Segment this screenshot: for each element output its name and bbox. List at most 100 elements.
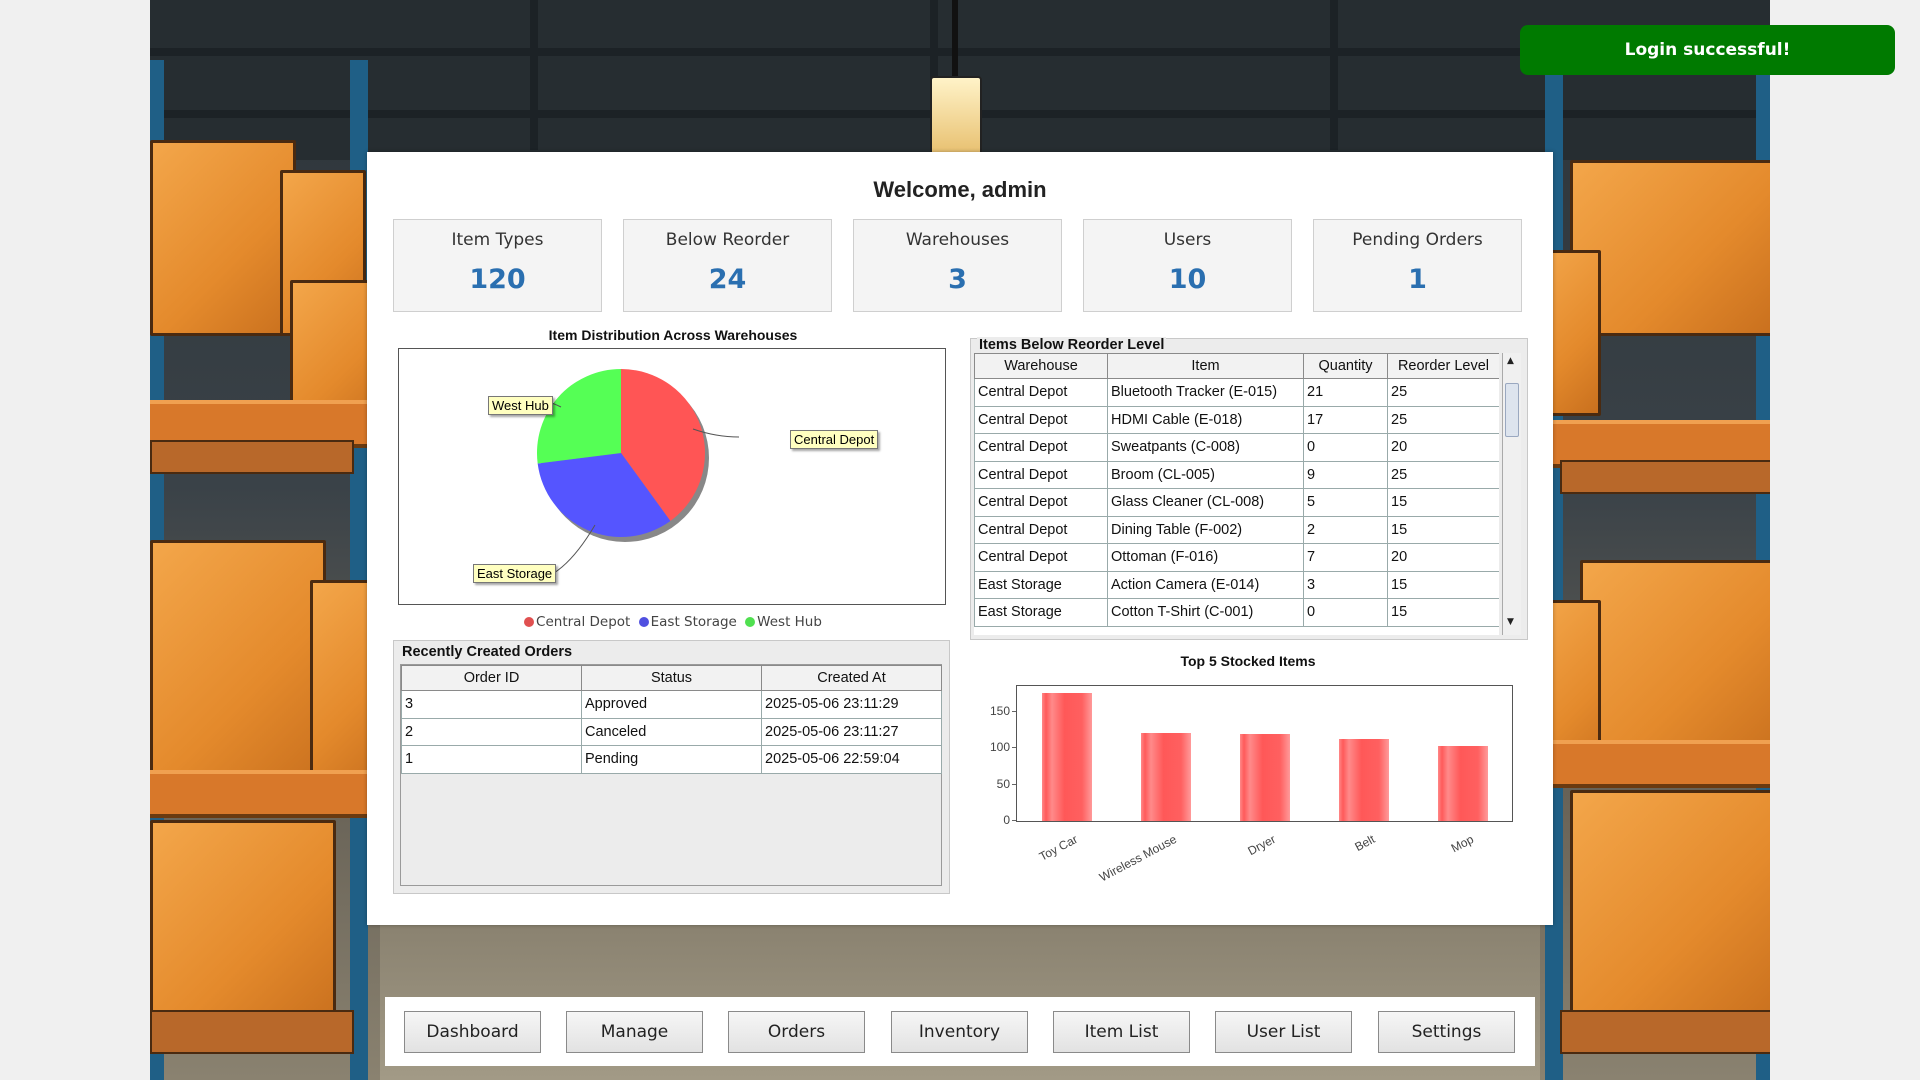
- bar-chart: Top 5 Stocked Items Toy Car Wireless Mous…: [970, 650, 1526, 902]
- nav-dashboard-button[interactable]: Dashboard: [404, 1011, 541, 1053]
- y-tick-label: 50: [996, 776, 1010, 791]
- table-cell[interactable]: Central Depot: [974, 378, 1108, 407]
- table-cell[interactable]: Action Camera (E-014): [1107, 570, 1304, 599]
- column-header[interactable]: Created At: [761, 665, 942, 691]
- table-cell[interactable]: 0: [1303, 598, 1388, 627]
- table-cell[interactable]: East Storage: [974, 598, 1108, 627]
- nav-manage-button[interactable]: Manage: [566, 1011, 703, 1053]
- table-cell[interactable]: 20: [1387, 543, 1499, 572]
- reorder-row[interactable]: Central Depot Ottoman (F-016) 7 20: [974, 543, 1499, 572]
- order-row[interactable]: 3 Approved 2025-05-06 23:11:29: [401, 690, 942, 719]
- bottom-nav: Dashboard Manage Orders Inventory Item L…: [385, 997, 1535, 1066]
- reorder-table-viewport[interactable]: Warehouse Item Quantity Reorder Level Ce…: [974, 353, 1499, 635]
- table-cell[interactable]: Sweatpants (C-008): [1107, 433, 1304, 462]
- table-cell[interactable]: 2: [1303, 515, 1388, 544]
- scroll-down-arrow-icon[interactable]: ▼: [1507, 617, 1514, 627]
- column-header[interactable]: Warehouse: [974, 353, 1108, 379]
- table-cell[interactable]: 1: [401, 745, 582, 774]
- table-cell[interactable]: 20: [1387, 433, 1499, 462]
- table-cell[interactable]: Central Depot: [974, 405, 1108, 434]
- table-cell[interactable]: 21: [1303, 378, 1388, 407]
- reorder-row[interactable]: Central Depot Sweatpants (C-008) 0 20: [974, 433, 1499, 462]
- reorder-row[interactable]: Central Depot Broom (CL-005) 9 25: [974, 460, 1499, 489]
- table-cell[interactable]: Pending: [581, 745, 762, 774]
- orders-table-viewport[interactable]: Order ID Status Created At 3 Approved 2025…: [400, 664, 942, 886]
- nav-inventory-button[interactable]: Inventory: [891, 1011, 1028, 1053]
- table-cell[interactable]: 3: [401, 690, 582, 719]
- table-cell[interactable]: Central Depot: [974, 515, 1108, 544]
- legend-dot: [638, 617, 649, 627]
- reorder-row[interactable]: Central Depot Bluetooth Tracker (E-015) 21…: [974, 378, 1499, 407]
- reorder-group: Items Below Reorder Level Warehouse Item…: [970, 337, 1528, 640]
- stat-label: Below Reorder: [665, 230, 790, 250]
- nav-item-list-button[interactable]: Item List: [1053, 1011, 1190, 1053]
- pie-slice-west-hub: [537, 369, 621, 464]
- reorder-row[interactable]: East Storage Action Camera (E-014) 3 15: [974, 570, 1499, 599]
- table-cell[interactable]: 25: [1387, 405, 1499, 434]
- order-row[interactable]: 2 Canceled 2025-05-06 23:11:27: [401, 717, 942, 746]
- table-cell[interactable]: Cotton T-Shirt (C-001): [1107, 598, 1304, 627]
- column-header[interactable]: Status: [581, 665, 762, 691]
- table-cell[interactable]: Broom (CL-005): [1107, 460, 1304, 489]
- table-cell[interactable]: 2025-05-06 22:59:04: [761, 745, 942, 774]
- table-cell[interactable]: Canceled: [581, 717, 762, 746]
- table-cell[interactable]: 25: [1387, 378, 1499, 407]
- column-header[interactable]: Reorder Level: [1387, 353, 1499, 379]
- table-cell[interactable]: Dining Table (F-002): [1107, 515, 1304, 544]
- pie-label-west-hub: West Hub: [488, 396, 553, 415]
- table-cell[interactable]: Approved: [581, 690, 762, 719]
- reorder-row[interactable]: Central Depot Dining Table (F-002) 2 15: [974, 515, 1499, 544]
- table-cell[interactable]: 15: [1387, 598, 1499, 627]
- reorder-row[interactable]: Central Depot HDMI Cable (E-018) 17 25: [974, 405, 1499, 434]
- table-cell[interactable]: 15: [1387, 570, 1499, 599]
- table-cell[interactable]: 2025-05-06 23:11:29: [761, 690, 942, 719]
- stat-card-warehouses: Warehouses 3: [853, 219, 1062, 312]
- nav-settings-button[interactable]: Settings: [1378, 1011, 1515, 1053]
- column-header[interactable]: Order ID: [401, 665, 582, 691]
- nav-orders-button[interactable]: Orders: [728, 1011, 865, 1053]
- table-cell[interactable]: 2025-05-06 23:11:27: [761, 717, 942, 746]
- column-header[interactable]: Item: [1107, 353, 1304, 379]
- table-cell[interactable]: Glass Cleaner (CL-008): [1107, 488, 1304, 517]
- table-cell[interactable]: Ottoman (F-016): [1107, 543, 1304, 572]
- toast-message: Login successful!: [1624, 40, 1791, 60]
- dashboard-panel: Welcome, admin Item Types 120 Below Reor…: [367, 152, 1553, 925]
- table-cell[interactable]: 25: [1387, 460, 1499, 489]
- legend-item: West Hub: [757, 614, 822, 630]
- nav-user-list-button[interactable]: User List: [1215, 1011, 1352, 1053]
- table-cell[interactable]: 15: [1387, 515, 1499, 544]
- table-cell[interactable]: 17: [1303, 405, 1388, 434]
- table-cell[interactable]: Central Depot: [974, 488, 1108, 517]
- pie-chart: West Hub Central Depot East Storage: [398, 348, 946, 605]
- bar-dryer: [1239, 733, 1290, 821]
- table-cell[interactable]: Central Depot: [974, 543, 1108, 572]
- reorder-scrollbar[interactable]: ▲ ▼: [1502, 353, 1521, 635]
- legend-dot: [745, 617, 756, 627]
- x-tick-label: Wireless Mouse: [1097, 832, 1180, 885]
- table-cell[interactable]: 15: [1387, 488, 1499, 517]
- stat-value: 24: [708, 264, 747, 295]
- table-cell[interactable]: 0: [1303, 433, 1388, 462]
- order-row[interactable]: 1 Pending 2025-05-06 22:59:04: [401, 745, 942, 774]
- stat-label: Users: [1163, 230, 1212, 250]
- table-cell[interactable]: 5: [1303, 488, 1388, 517]
- stat-value: 3: [948, 264, 967, 295]
- table-cell[interactable]: 7: [1303, 543, 1388, 572]
- table-cell[interactable]: Bluetooth Tracker (E-015): [1107, 378, 1304, 407]
- reorder-row[interactable]: East Storage Cotton T-Shirt (C-001) 0 15: [974, 598, 1499, 627]
- legend-item: Central Depot: [536, 614, 631, 630]
- table-cell[interactable]: 3: [1303, 570, 1388, 599]
- scroll-up-arrow-icon[interactable]: ▲: [1507, 356, 1514, 366]
- column-header[interactable]: Quantity: [1303, 353, 1388, 379]
- table-cell[interactable]: 2: [401, 717, 582, 746]
- orders-group-title: Recently Created Orders: [400, 644, 575, 660]
- welcome-heading: Welcome, admin: [873, 177, 1047, 202]
- table-cell[interactable]: East Storage: [974, 570, 1108, 599]
- scroll-thumb[interactable]: [1505, 383, 1519, 437]
- table-cell[interactable]: HDMI Cable (E-018): [1107, 405, 1304, 434]
- table-cell[interactable]: Central Depot: [974, 460, 1108, 489]
- reorder-row[interactable]: Central Depot Glass Cleaner (CL-008) 5 15: [974, 488, 1499, 517]
- table-cell[interactable]: Central Depot: [974, 433, 1108, 462]
- stat-card-pending-orders: Pending Orders 1: [1313, 219, 1522, 312]
- table-cell[interactable]: 9: [1303, 460, 1388, 489]
